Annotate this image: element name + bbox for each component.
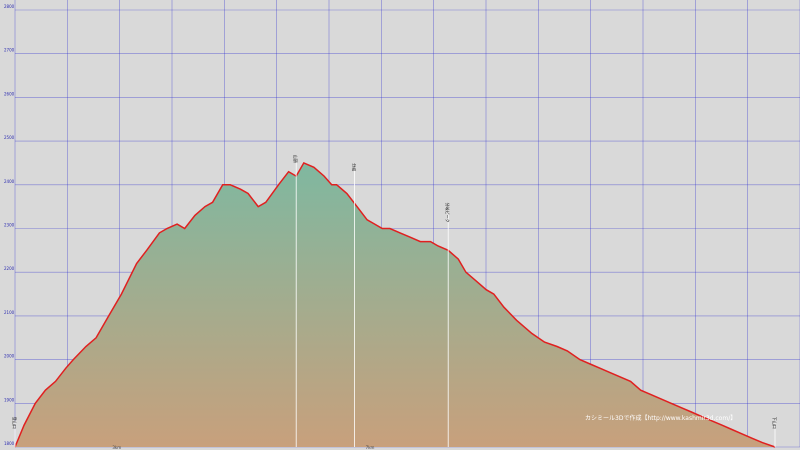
y-tick-label: 1900 — [4, 397, 15, 402]
x-tick-label: 7km — [366, 445, 375, 450]
y-tick-label: 2800 — [4, 4, 15, 9]
annotation-label: 分岐ピーク — [445, 203, 451, 223]
y-tick-label: 2100 — [4, 310, 15, 315]
credit-text: カシミール3Dで作成【http://www.kashmir3d.com/】 — [585, 414, 736, 422]
elevation-profile-chart: 登山口 山頂分岐分岐ピーク下山口 1800 1900 2000 2100 2200 2300… — [0, 0, 800, 450]
x-tick-label: 3km — [112, 445, 121, 450]
y-tick-label: 2000 — [4, 354, 15, 359]
y-tick-label: 2200 — [4, 266, 15, 271]
annotation-label: 下山口 — [772, 417, 778, 429]
annotation-label: 山頂 — [293, 155, 299, 163]
y-tick-label: 2300 — [4, 223, 15, 228]
y-tick-label: 2400 — [4, 179, 15, 184]
y-tick-label: 2600 — [4, 91, 15, 96]
y-tick-label: 2500 — [4, 135, 15, 140]
y-tick-label: 2700 — [4, 48, 15, 53]
annotation-label: 登山口 — [12, 417, 18, 429]
y-tick-label: 1800 — [4, 441, 15, 446]
annotation-label: 分岐 — [351, 163, 357, 171]
